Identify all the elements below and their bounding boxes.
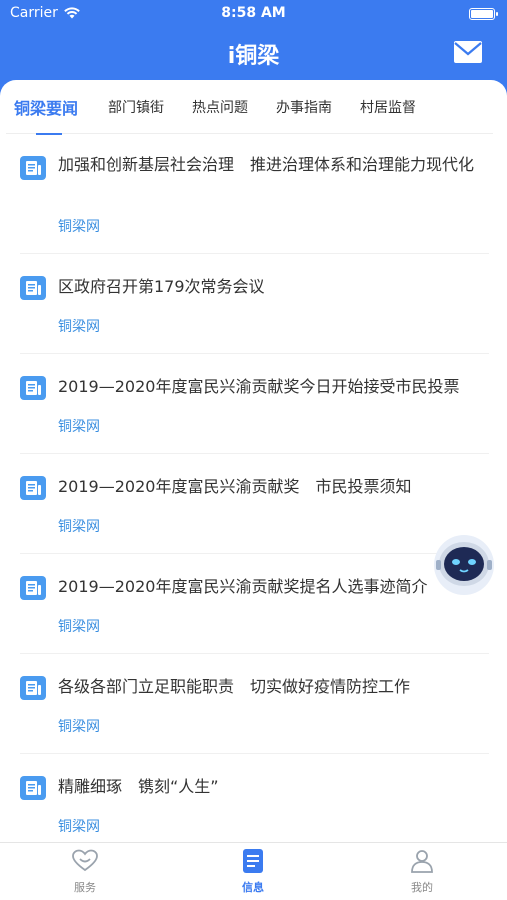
tab-departments[interactable]: 部门镇街 [96, 97, 176, 117]
page-title: i铜梁 [227, 44, 280, 69]
heart-icon [72, 849, 98, 872]
news-title: 2019—2020年度富民兴渝贡献奖提名人选事迹简介 [58, 577, 428, 596]
news-item[interactable]: 加强和创新基层社会治理 推进治理体系和治理能力现代化 铜梁网 [20, 134, 489, 254]
news-title: 2019—2020年度富民兴渝贡献奖今日开始接受市民投票 [58, 377, 460, 396]
document-icon [20, 376, 46, 400]
document-icon [20, 156, 46, 180]
nav-bar: i铜梁 [0, 28, 507, 80]
tab-hot-topics[interactable]: 热点问题 [180, 97, 260, 117]
news-source: 铜梁网 [58, 719, 100, 735]
tabbar-item-service[interactable]: 服务 [45, 849, 125, 895]
tabbar-label: 我的 [411, 881, 433, 894]
mail-icon[interactable] [453, 40, 483, 64]
tab-service-guide[interactable]: 办事指南 [264, 97, 344, 117]
tabbar-item-mine[interactable]: 我的 [382, 849, 462, 895]
document-icon [20, 676, 46, 700]
tabbar-label: 服务 [74, 881, 96, 894]
news-item[interactable]: 2019—2020年度富民兴渝贡献奖今日开始接受市民投票 铜梁网 [20, 354, 489, 454]
news-source: 铜梁网 [58, 519, 100, 535]
status-bar: Carrier 8:58 AM [0, 0, 507, 28]
tabbar-item-info[interactable]: 信息 [213, 849, 293, 895]
news-source: 铜梁网 [58, 219, 100, 235]
category-tabs: 铜梁要闻 部门镇街 热点问题 办事指南 村居监督 [6, 80, 493, 135]
robot-assistant-icon[interactable] [433, 534, 495, 596]
document-icon [243, 849, 263, 873]
news-source: 铜梁网 [58, 819, 100, 835]
news-title: 各级各部门立足职能职责 切实做好疫情防控工作 [58, 677, 411, 696]
person-icon [411, 850, 433, 873]
document-icon [20, 276, 46, 300]
news-source: 铜梁网 [58, 319, 100, 335]
news-source: 铜梁网 [58, 419, 100, 435]
news-title: 区政府召开第179次常务会议 [58, 277, 265, 296]
news-item[interactable]: 区政府召开第179次常务会议 铜梁网 [20, 254, 489, 354]
tab-village-supervision[interactable]: 村居监督 [348, 97, 428, 117]
news-item[interactable]: 各级各部门立足职能职责 切实做好疫情防控工作 铜梁网 [20, 654, 489, 754]
tab-tongliang-news[interactable]: 铜梁要闻 [14, 95, 90, 135]
news-title: 加强和创新基层社会治理 推进治理体系和治理能力现代化 [58, 155, 475, 174]
bottom-tab-bar: 服务 信息 我的 [0, 842, 507, 900]
news-item[interactable]: 2019—2020年度富民兴渝贡献奖 市民投票须知 铜梁网 [20, 454, 489, 554]
document-icon [20, 776, 46, 800]
tabbar-label: 信息 [242, 881, 264, 894]
news-title: 精雕细琢 镌刻“人生” [58, 777, 219, 796]
news-item[interactable]: 精雕细琢 镌刻“人生” 铜梁网 [20, 754, 489, 842]
document-icon [20, 576, 46, 600]
document-icon [20, 476, 46, 500]
status-time: 8:58 AM [221, 5, 286, 21]
content-panel: 铜梁要闻 部门镇街 热点问题 办事指南 村居监督 加强和创新基层社会治理 推进治… [0, 80, 507, 842]
news-title: 2019—2020年度富民兴渝贡献奖 市民投票须知 [58, 477, 412, 496]
news-item[interactable]: 2019—2020年度富民兴渝贡献奖提名人选事迹简介 铜梁网 [20, 554, 489, 654]
battery-icon [469, 8, 498, 20]
news-source: 铜梁网 [58, 619, 100, 635]
news-list: 加强和创新基层社会治理 推进治理体系和治理能力现代化 铜梁网 区政府召开第179… [0, 134, 507, 842]
